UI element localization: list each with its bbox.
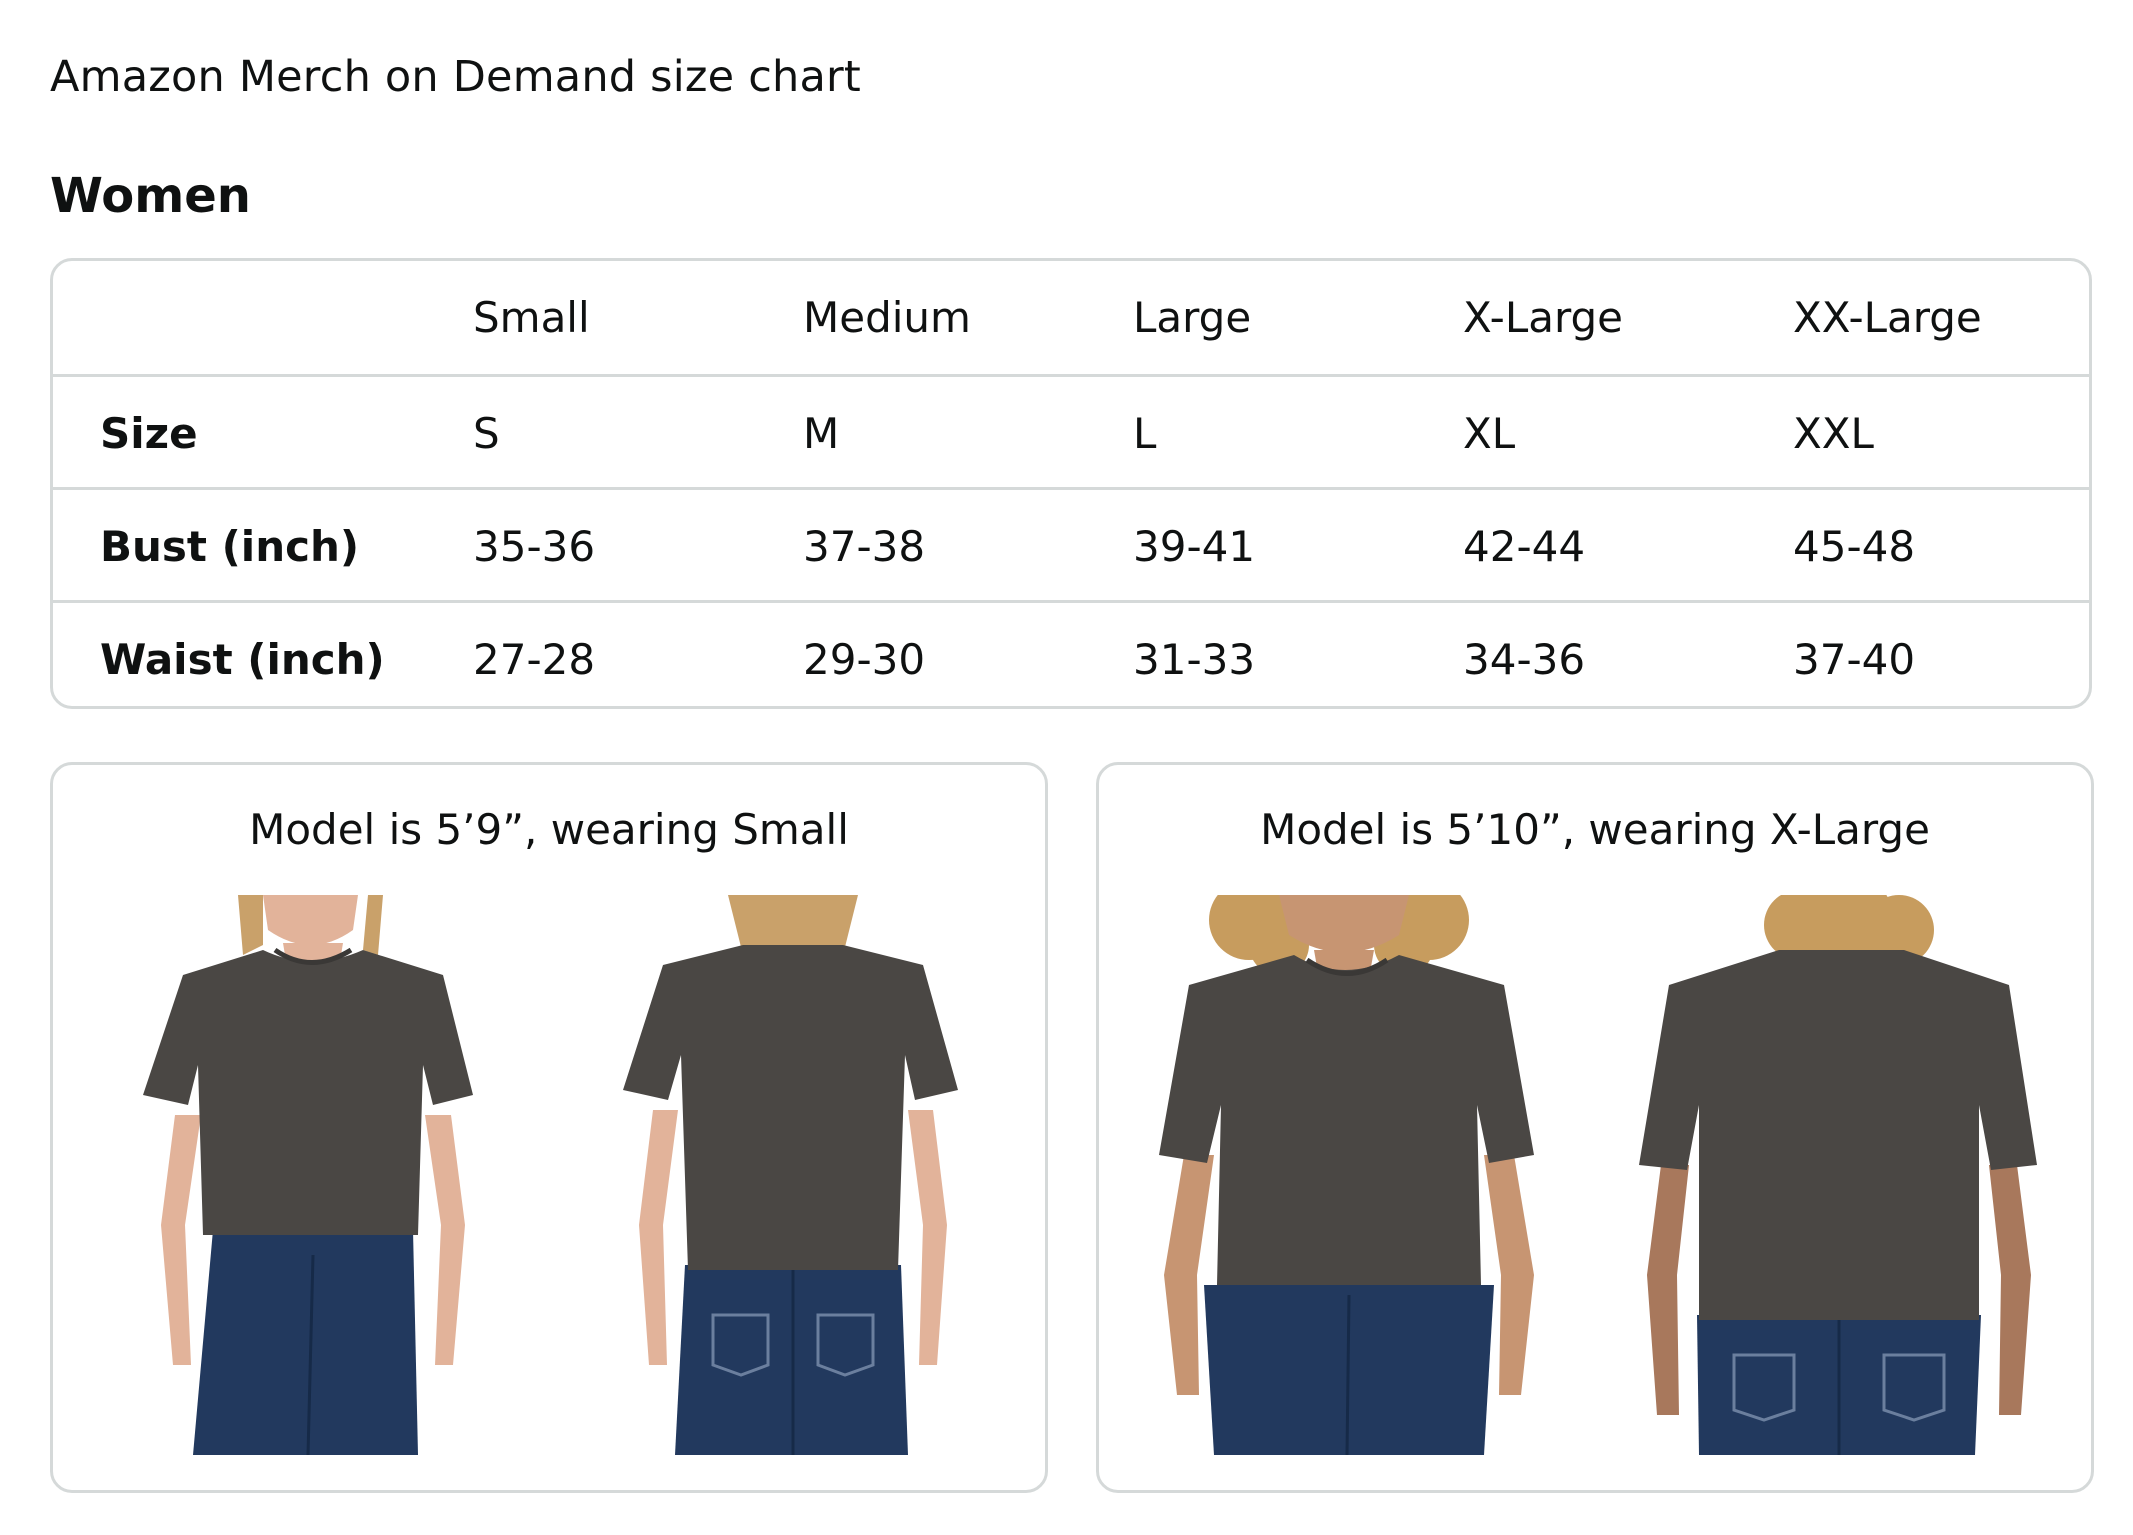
table-cell: L (1133, 409, 1157, 458)
model-caption: Model is 5’9”, wearing Small (249, 805, 849, 854)
size-table: Small Medium Large X-Large XX-Large Size… (50, 258, 2092, 709)
table-cell: 45-48 (1793, 522, 1916, 571)
model-card-small: Model is 5’9”, wearing Small (50, 762, 1048, 1493)
table-row: Size S M L XL XXL (53, 374, 2089, 490)
table-cell: 31-33 (1133, 635, 1256, 684)
table-cell: 37-38 (803, 522, 926, 571)
table-cell: S (473, 409, 500, 458)
table-row: Waist (inch) 27-28 29-30 31-33 34-36 37-… (53, 600, 2089, 706)
table-cell: 34-36 (1463, 635, 1586, 684)
column-header: XX-Large (1793, 293, 1982, 342)
page-title: Amazon Merch on Demand size chart (50, 52, 861, 102)
model-front-photo (1159, 895, 1534, 1455)
section-heading-women: Women (50, 168, 251, 224)
table-cell: M (803, 409, 840, 458)
model-back-photo (623, 895, 958, 1455)
table-cell: 27-28 (473, 635, 596, 684)
table-header-row: Small Medium Large X-Large XX-Large (53, 261, 2089, 374)
table-cell: 39-41 (1133, 522, 1256, 571)
model-back-photo (1639, 895, 2037, 1455)
column-header: Small (473, 293, 590, 342)
column-header: Large (1133, 293, 1252, 342)
model-caption: Model is 5’10”, wearing X-Large (1260, 805, 1930, 854)
column-header: X-Large (1463, 293, 1624, 342)
table-cell: XXL (1793, 409, 1874, 458)
row-label: Waist (inch) (100, 635, 385, 684)
row-label: Bust (inch) (100, 522, 360, 571)
table-cell: 29-30 (803, 635, 926, 684)
row-label: Size (100, 409, 198, 458)
model-card-xlarge: Model is 5’10”, wearing X-Large (1096, 762, 2094, 1493)
table-cell: XL (1463, 409, 1516, 458)
column-header: Medium (803, 293, 971, 342)
model-front-photo (143, 895, 473, 1455)
table-cell: 37-40 (1793, 635, 1916, 684)
table-row: Bust (inch) 35-36 37-38 39-41 42-44 45-4… (53, 487, 2089, 603)
table-cell: 42-44 (1463, 522, 1586, 571)
table-cell: 35-36 (473, 522, 596, 571)
